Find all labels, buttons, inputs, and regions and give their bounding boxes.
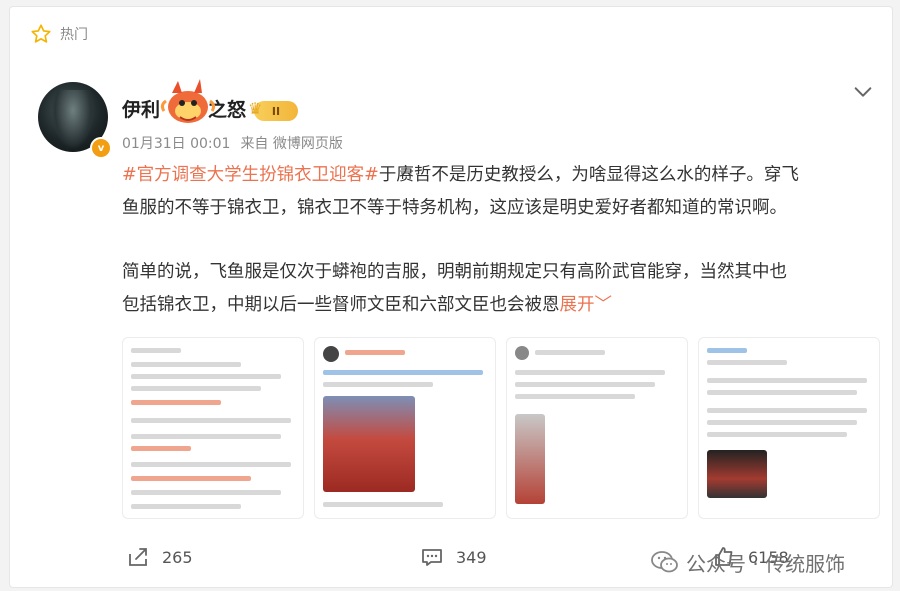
chevron-down-icon[interactable] (852, 81, 874, 103)
content-line-2: 鱼服的不等于锦衣卫，锦衣卫不等于特务机构，这应该是明史爱好者都知道的常识啊。 (122, 197, 787, 218)
dragon-sticker-icon (160, 79, 216, 123)
author-name-prefix: 伊利 (122, 99, 161, 121)
avatar-figure (52, 90, 94, 148)
comment-icon (422, 549, 442, 566)
comment-button[interactable]: 349 (420, 545, 487, 569)
image-thumbnail-1[interactable] (122, 337, 304, 519)
verified-badge: v (90, 137, 112, 159)
post-source: 来自 微博网页版 (240, 136, 343, 152)
chevron-down-icon: ﹀ (594, 294, 613, 315)
content-line-3: 简单的说，飞鱼服是仅次于蟒袍的吉服，明朝前期规定只有高阶武官能穿，当然其中也 (122, 262, 787, 282)
image-grid (122, 337, 880, 519)
repost-count: 265 (162, 547, 193, 567)
repost-icon (129, 548, 147, 566)
star-icon (31, 24, 51, 43)
post-meta: 01月31日 00:01 来自 微博网页版 (122, 133, 343, 153)
topic-link[interactable]: #官方调查大学生扮锦衣卫迎客# (122, 165, 379, 185)
vip-badge[interactable]: ♛ II (248, 99, 298, 121)
watermark: 公众号 · 传统服饰 (650, 547, 845, 577)
weibo-post-card: 热门 v 伊利 之怒 ♛ II 01月31日 00:01 来自 微博网页版 #官方… (9, 6, 893, 588)
comment-count: 349 (456, 547, 487, 567)
content-line-4: 包括锦衣卫，中期以后一些督师文臣和六部文臣也会被恩展开﹀ (122, 289, 862, 322)
image-thumbnail-3[interactable] (506, 337, 688, 519)
watermark-text: 公众号 · 传统服饰 (686, 551, 846, 576)
image-thumbnail-4[interactable] (698, 337, 880, 519)
post-date[interactable]: 01月31日 00:01 (122, 133, 230, 153)
content-line-4-text: 包括锦衣卫，中期以后一些督师文臣和六部文臣也会被恩 (122, 294, 560, 315)
expand-label: 展开 (559, 294, 595, 315)
hot-section-header: 热门 (30, 23, 88, 45)
wechat-icon (651, 551, 678, 573)
image-thumbnail-2[interactable] (314, 337, 496, 519)
content-line-1-text: 于赓哲不是历史教授么，为啥显得这么水的样子。穿飞 (378, 165, 799, 185)
hot-label: 热门 (60, 27, 88, 43)
content-line-1: #官方调查大学生扮锦衣卫迎客#于赓哲不是历史教授么，为啥显得这么水的样子。穿飞 (122, 159, 862, 192)
repost-button[interactable]: 265 (126, 545, 193, 569)
vip-level: II (271, 104, 281, 118)
crown-icon: ♛ (248, 99, 263, 118)
expand-link[interactable]: 展开﹀ (560, 295, 613, 315)
post-content: #官方调查大学生扮锦衣卫迎客#于赓哲不是历史教授么，为啥显得这么水的样子。穿飞 … (122, 159, 862, 321)
